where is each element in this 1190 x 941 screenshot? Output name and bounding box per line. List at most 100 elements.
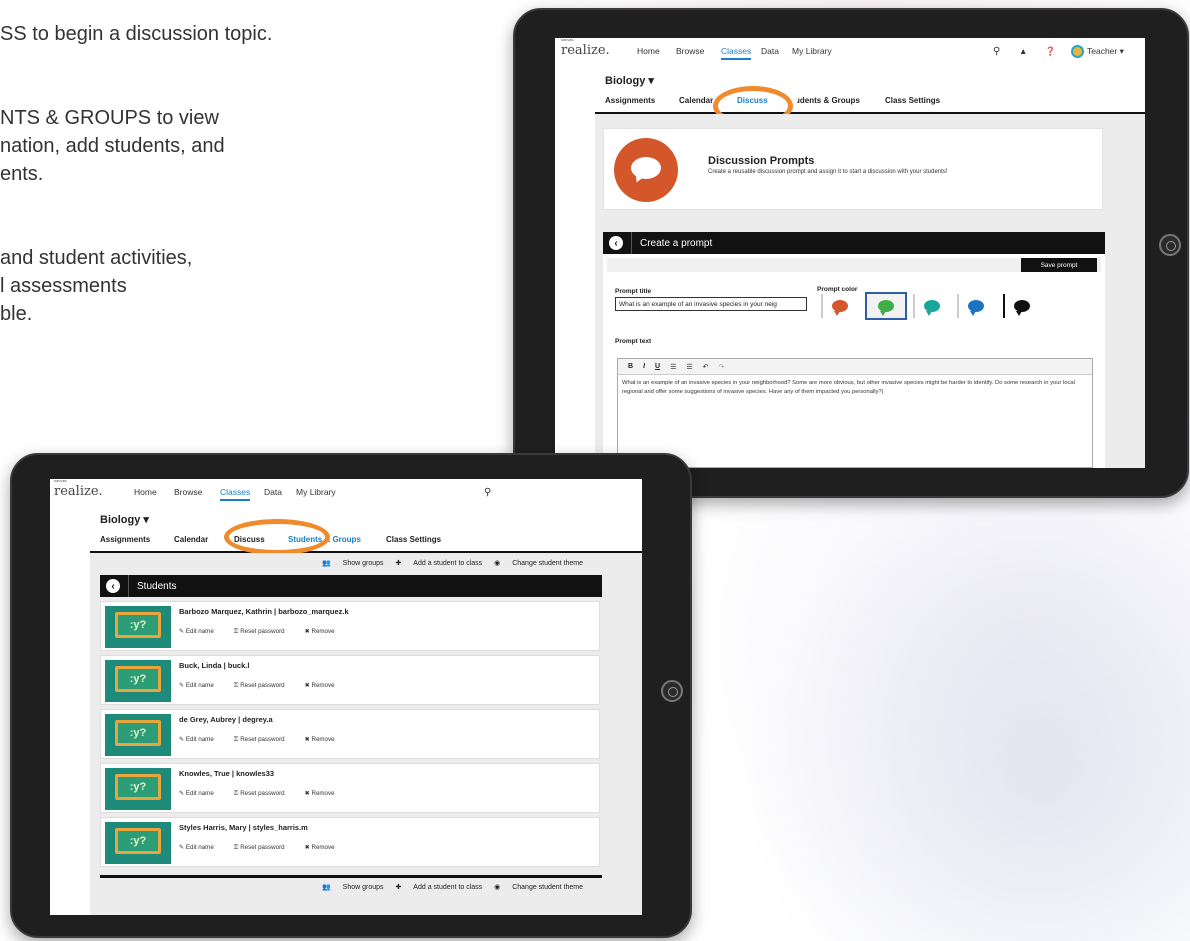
nav-data[interactable]: Data <box>761 38 779 64</box>
remove-link[interactable]: ✖ Remove <box>305 844 345 851</box>
remove-link[interactable]: ✖ Remove <box>305 790 345 797</box>
nav-library[interactable]: My Library <box>792 38 832 64</box>
student-name: de Grey, Aubrey | degrey.a <box>179 715 273 724</box>
create-prompt-header: ‹ Create a prompt <box>603 232 1105 254</box>
class-title[interactable]: Biology ▾ <box>605 74 654 87</box>
remove-link[interactable]: ✖ Remove <box>305 682 345 689</box>
student-list: :у? Barbozo Marquez, Kathrin | barbozo_m… <box>100 601 600 871</box>
back-arrow-icon[interactable]: ‹ <box>609 236 623 250</box>
top-nav: savvas realize. Home Browse Classes Data … <box>555 38 1145 64</box>
edit-name-link[interactable]: ✎ Edit name <box>179 844 224 851</box>
color-swatch-green-selected[interactable] <box>865 292 907 320</box>
tab-calendar[interactable]: Calendar <box>679 96 713 105</box>
change-theme-link[interactable]: ◉ Change student theme <box>494 560 583 567</box>
italic-icon[interactable]: I <box>643 363 645 370</box>
nav-browse[interactable]: Browse <box>174 479 202 505</box>
remove-link[interactable]: ✖ Remove <box>305 736 345 743</box>
nav-library[interactable]: My Library <box>296 479 336 505</box>
bubble-icon-green <box>878 300 894 316</box>
nav-data[interactable]: Data <box>264 479 282 505</box>
edit-name-link[interactable]: ✎ Edit name <box>179 790 224 797</box>
intro-line-6: l assessments <box>0 275 127 297</box>
tab-assignments[interactable]: Assignments <box>605 96 655 105</box>
bell-icon[interactable]: ▲ <box>1019 38 1027 64</box>
reset-password-link[interactable]: ⚿ Reset password <box>234 682 295 689</box>
reset-password-link[interactable]: ⚿ Reset password <box>234 736 295 743</box>
reset-password-link[interactable]: ⚿ Reset password <box>234 628 295 635</box>
edit-name-link[interactable]: ✎ Edit name <box>179 682 224 689</box>
prompt-text-editor[interactable]: B I U ☰ ☰ ↶ ↷ What is an example of an i… <box>617 358 1093 468</box>
undo-icon[interactable]: ↶ <box>703 363 709 371</box>
nav-home[interactable]: Home <box>134 479 157 505</box>
highlight-ring-students <box>224 519 330 555</box>
intro-line-2: NTS & GROUPS to view <box>0 107 219 129</box>
student-row: :у? Knowles, True | knowles33 ✎ Edit nam… <box>100 763 600 813</box>
nav-classes[interactable]: Classes <box>721 38 752 64</box>
tab-students-groups[interactable]: Students & Groups <box>797 96 860 105</box>
color-swatch-teal[interactable] <box>913 294 949 318</box>
nav-home[interactable]: Home <box>637 38 660 64</box>
edit-name-link[interactable]: ✎ Edit name <box>179 736 224 743</box>
student-toolbar-top: 👥 Show groups ✚ Add a student to class ◉… <box>312 559 583 567</box>
add-student-link[interactable]: ✚ Add a student to class <box>395 884 482 891</box>
bullet-list-icon[interactable]: ☰ <box>670 363 676 371</box>
intro-line-4: ents. <box>0 163 44 185</box>
intro-line-5: and student activities, <box>0 247 193 269</box>
save-prompt-button[interactable]: Save prompt <box>1021 258 1097 272</box>
prompt-title-label: Prompt title <box>615 288 652 295</box>
create-prompt-title: Create a prompt <box>640 237 713 249</box>
reset-password-link[interactable]: ⚿ Reset password <box>234 844 295 851</box>
tab-class-settings[interactable]: Class Settings <box>885 96 940 105</box>
search-icon[interactable]: ⚲ <box>484 479 491 505</box>
prompt-color-label: Prompt color <box>817 286 858 293</box>
student-name: Barbozo Marquez, Kathrin | barbozo_marqu… <box>179 607 349 616</box>
nav-classes[interactable]: Classes <box>220 479 251 505</box>
realize-logo[interactable]: savvas realize. <box>54 479 103 499</box>
search-icon[interactable]: ⚲ <box>993 38 1000 64</box>
color-swatch-orange[interactable] <box>821 294 857 318</box>
bubble-icon-teal <box>924 300 940 316</box>
nav-browse[interactable]: Browse <box>676 38 704 64</box>
tab-class-settings[interactable]: Class Settings <box>386 535 441 544</box>
show-groups-link[interactable]: 👥 Show groups <box>322 884 384 891</box>
tablet-home-button[interactable] <box>1159 234 1181 256</box>
color-swatch-black[interactable] <box>1003 294 1039 318</box>
student-name: Buck, Linda | buck.l <box>179 661 250 670</box>
redo-icon[interactable]: ↷ <box>719 363 725 371</box>
underline-icon[interactable]: U <box>655 363 660 370</box>
remove-link[interactable]: ✖ Remove <box>305 628 345 635</box>
prompt-title-input[interactable]: What is an example of an invasive specie… <box>615 297 807 311</box>
reset-password-link[interactable]: ⚿ Reset password <box>234 790 295 797</box>
add-student-link[interactable]: ✚ Add a student to class <box>395 560 482 567</box>
back-arrow-icon[interactable]: ‹ <box>106 579 120 593</box>
change-theme-link[interactable]: ◉ Change student theme <box>494 884 583 891</box>
discussion-prompts-card: Discussion Prompts Create a reusable dis… <box>603 128 1103 210</box>
realize-logo[interactable]: savvas realize. <box>561 38 610 58</box>
bubble-icon-blue <box>968 300 984 316</box>
chat-bubble-icon <box>614 138 678 202</box>
class-title[interactable]: Biology ▾ <box>100 513 149 526</box>
list-bottom-divider <box>100 875 602 878</box>
color-swatch-blue[interactable] <box>957 294 993 318</box>
teacher-avatar[interactable]: Teacher ▾ <box>1071 38 1124 64</box>
tab-assignments[interactable]: Assignments <box>100 535 150 544</box>
teacher-menu[interactable]: Teacher ▾ <box>1087 46 1124 57</box>
numbered-list-icon[interactable]: ☰ <box>686 363 692 371</box>
students-header: ‹ Students <box>100 575 602 597</box>
student-row: :у? Styles Harris, Mary | styles_harris.… <box>100 817 600 867</box>
bold-icon[interactable]: B <box>628 363 633 370</box>
prompt-text-content[interactable]: What is an example of an invasive specie… <box>622 379 1088 397</box>
tablet-home-button[interactable] <box>661 680 683 702</box>
class-tabs: Assignments Calendar Discuss Students & … <box>605 96 1105 108</box>
show-groups-link[interactable]: 👥 Show groups <box>322 560 384 567</box>
help-icon[interactable]: ❓ <box>1045 38 1056 64</box>
intro-line-1: SS to begin a discussion topic. <box>0 23 273 45</box>
edit-name-link[interactable]: ✎ Edit name <box>179 628 224 635</box>
bubble-icon-orange <box>832 300 848 316</box>
tab-calendar[interactable]: Calendar <box>174 535 208 544</box>
top-nav: savvas realize. Home Browse Classes Data … <box>50 479 642 505</box>
intro-line-3: nation, add students, and <box>0 135 225 157</box>
create-prompt-form: Save prompt Prompt title What is an exam… <box>603 254 1105 468</box>
student-avatar: :у? <box>105 822 171 864</box>
screen-students: savvas realize. Home Browse Classes Data … <box>50 479 642 915</box>
